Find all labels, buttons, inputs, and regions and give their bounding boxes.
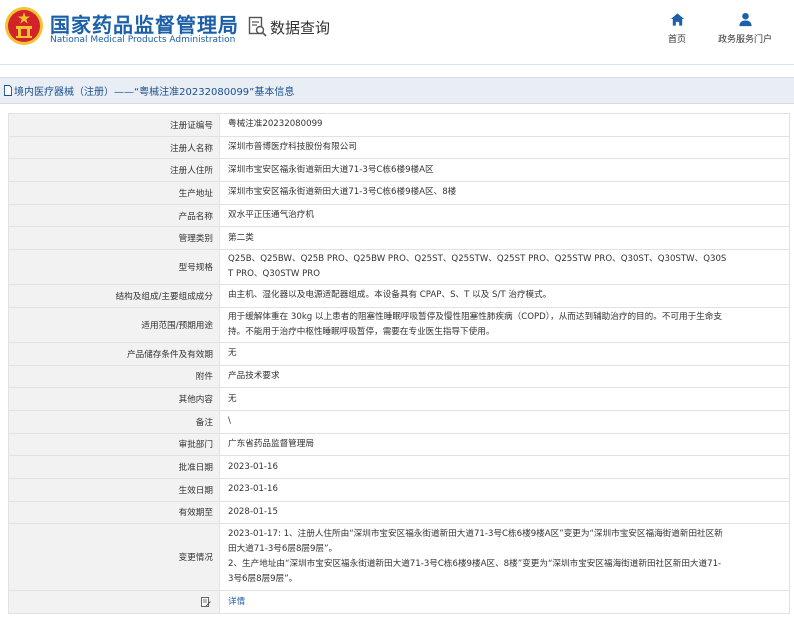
row-value: 深圳市宝安区福永街道新田大道71-3号C栋6楼9楼A区、8楼 <box>219 181 790 205</box>
row-value: 双水平正压通气治疗机 <box>219 203 790 228</box>
row-label: 变更情况 <box>8 523 220 592</box>
value-line: Q25B、Q25BW、Q25B PRO、Q25BW PRO、Q25ST、Q25S… <box>228 254 727 265</box>
value-line: 持。不能用于治疗中枢性睡眠呼吸暂停，需要在专业医生指导下使用。 <box>228 326 495 337</box>
row-label: 生效日期 <box>8 477 220 502</box>
row-value: 2023-01-16 <box>219 477 790 502</box>
table-row: 备注 \ <box>8 409 790 434</box>
row-value: 产品技术要求 <box>219 364 790 389</box>
table-row: 生产地址 深圳市宝安区福永街道新田大道71-3号C栋6楼9楼A区、8楼 <box>8 181 790 205</box>
header-divider <box>0 64 794 65</box>
row-label: 有效期至 <box>8 500 220 525</box>
row-label: 备注 <box>8 409 220 434</box>
row-label: 附件 <box>8 364 220 389</box>
national-emblem-icon <box>5 7 43 45</box>
user-icon <box>738 12 752 27</box>
row-label: 注册证编号 <box>8 113 220 137</box>
row-value: 详情 <box>219 590 790 614</box>
row-label: 型号规格 <box>8 249 220 286</box>
table-row: 产品名称 双水平正压通气治疗机 <box>8 203 790 228</box>
home-icon <box>670 13 684 26</box>
row-value: 2023-01-16 <box>219 455 790 479</box>
row-value: 深圳市普博医疗科技股份有限公司 <box>219 135 790 160</box>
site-subtitle: National Medical Products Administration <box>50 35 236 45</box>
row-value: 第二类 <box>219 226 790 251</box>
table-row: 其他内容 无 <box>8 387 790 411</box>
row-value: 深圳市宝安区福永街道新田大道71-3号C栋6楼9楼A区 <box>219 158 790 183</box>
row-value: 由主机、湿化器以及电源适配器组成。本设备具有 CPAP、S、T 以及 S/T 治… <box>219 284 790 308</box>
nav-home-link[interactable]: 首页 <box>660 12 694 45</box>
row-value: 粤械注准20232080099 <box>219 113 790 137</box>
value-line: 3号6层8层9层”。 <box>228 574 298 585</box>
details-link[interactable]: 详情 <box>228 597 245 607</box>
table-row: 管理类别 第二类 <box>8 226 790 251</box>
query-title: 数据查询 <box>270 18 331 37</box>
value-line: 田大道71-3号6层8层9层”。 <box>228 544 338 555</box>
table-row: 注册人名称 深圳市普博医疗科技股份有限公司 <box>8 135 790 160</box>
table-row: 注册证编号 粤械注准20232080099 <box>8 113 790 137</box>
row-label: 批准日期 <box>8 455 220 479</box>
table-row: 详情 <box>8 590 790 614</box>
table-row: 产品储存条件及有效期 无 <box>8 341 790 366</box>
nav-home-label: 首页 <box>667 35 686 45</box>
document-search-icon <box>248 16 267 37</box>
table-row: 生效日期 2023-01-16 <box>8 477 790 502</box>
table-row: 变更情况 2023-01-17: 1、注册人住所由“深圳市宝安区福永街道新田大道… <box>8 523 790 592</box>
nav-service-portal-link[interactable]: 政务服务门户 <box>712 12 778 45</box>
table-row: 附件 产品技术要求 <box>8 364 790 389</box>
row-value: 2023-01-17: 1、注册人住所由“深圳市宝安区福永街道新田大道71-3号… <box>219 523 790 592</box>
row-label: 结构及组成/主要组成成分 <box>8 284 220 308</box>
table-row: 批准日期 2023-01-16 <box>8 455 790 479</box>
value-line: T PRO、Q30STW PRO <box>228 269 321 280</box>
data-query-heading: 数据查询 <box>248 14 330 40</box>
row-value: 用于缓解体重在 30kg 以上患者的阻塞性睡眠呼吸暂停及慢性阻塞性肺疾病（COP… <box>219 306 790 343</box>
nav-service-portal-label: 政务服务门户 <box>717 35 772 45</box>
table-row: 注册人住所 深圳市宝安区福永街道新田大道71-3号C栋6楼9楼A区 <box>8 158 790 183</box>
row-label: 审批部门 <box>8 432 220 457</box>
document-icon <box>4 85 12 96</box>
row-label: 适用范围/预期用途 <box>8 306 220 343</box>
value-line: 2023-01-17: 1、注册人住所由“深圳市宝安区福永街道新田大道71-3号… <box>228 529 723 540</box>
value-line: 用于缓解体重在 30kg 以上患者的阻塞性睡眠呼吸暂停及慢性阻塞性肺疾病（COP… <box>228 311 722 322</box>
row-value: 广东省药品监督管理局 <box>219 432 790 457</box>
table-row: 审批部门 广东省药品监督管理局 <box>8 432 790 457</box>
row-value: 无 <box>219 341 790 366</box>
row-value: \ <box>219 409 790 434</box>
breadcrumb-text: 境内医疗器械（注册）——“粤械注准20232080099”基本信息 <box>14 87 295 98</box>
value-line: 2、生产地址由“深圳市宝安区福永街道新田大道71-3号C栋6楼9楼A区、8楼”变… <box>228 559 722 570</box>
site-title: 国家药品监督管理局 <box>50 13 239 37</box>
row-label: 产品储存条件及有效期 <box>8 341 220 366</box>
row-label <box>8 590 220 614</box>
table-row: 结构及组成/主要组成成分 由主机、湿化器以及电源适配器组成。本设备具有 CPAP… <box>8 284 790 308</box>
table-row: 适用范围/预期用途 用于缓解体重在 30kg 以上患者的阻塞性睡眠呼吸暂停及慢性… <box>8 306 790 343</box>
site-header: 国家药品监督管理局 National Medical Products Admi… <box>0 0 794 60</box>
row-label: 注册人住所 <box>8 158 220 183</box>
row-label: 注册人名称 <box>8 135 220 160</box>
row-label: 管理类别 <box>8 226 220 251</box>
row-label: 产品名称 <box>8 203 220 228</box>
row-label: 生产地址 <box>8 181 220 205</box>
table-row: 型号规格 Q25B、Q25BW、Q25B PRO、Q25BW PRO、Q25ST… <box>8 249 790 286</box>
table-row: 有效期至 2028-01-15 <box>8 500 790 525</box>
row-value: Q25B、Q25BW、Q25B PRO、Q25BW PRO、Q25ST、Q25S… <box>219 249 790 286</box>
row-value: 2028-01-15 <box>219 500 790 525</box>
note-icon <box>201 596 211 607</box>
registration-info-table: 注册证编号 粤械注准20232080099 注册人名称 深圳市普博医疗科技股份有… <box>8 113 790 614</box>
row-value: 无 <box>219 387 790 411</box>
breadcrumb: 境内医疗器械（注册）——“粤械注准20232080099”基本信息 <box>0 77 794 104</box>
row-label: 其他内容 <box>8 387 220 411</box>
